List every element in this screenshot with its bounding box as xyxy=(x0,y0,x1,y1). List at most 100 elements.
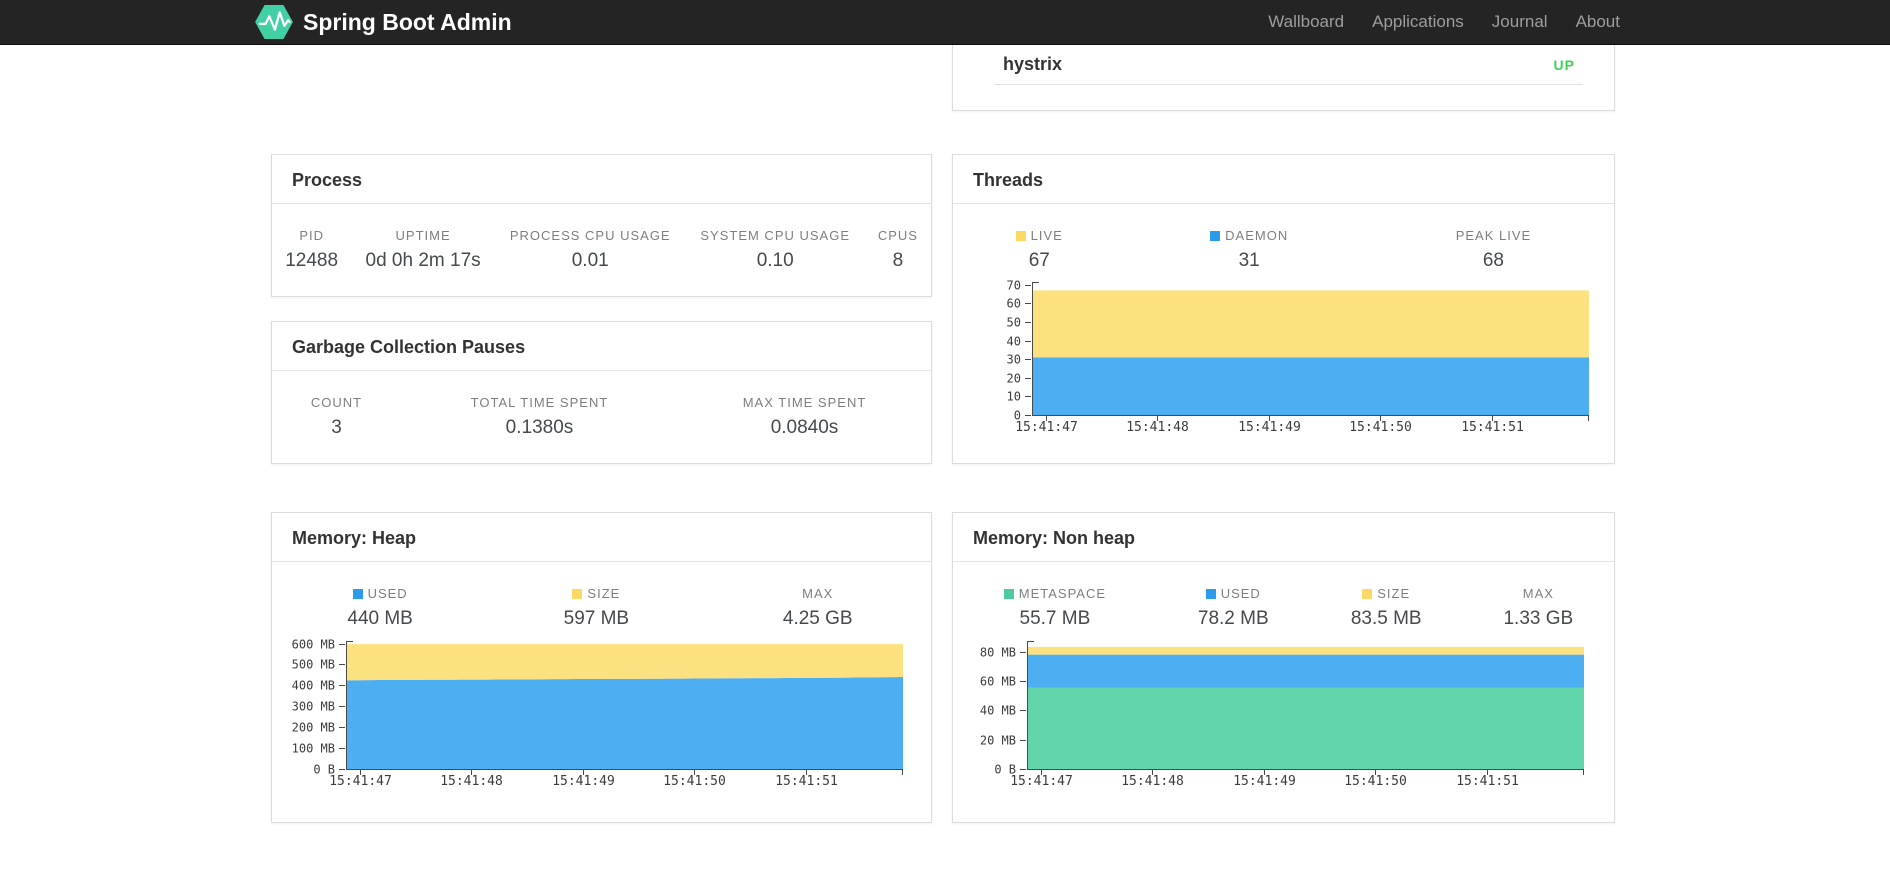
svg-text:15:41:51: 15:41:51 xyxy=(1456,774,1519,789)
used-color-swatch xyxy=(352,589,363,599)
brand[interactable]: Spring Boot Admin xyxy=(255,5,512,39)
metric-peak-live: PEAK LIVE 68 xyxy=(1373,228,1614,272)
daemon-color-swatch xyxy=(1210,231,1221,241)
used-color-swatch xyxy=(1205,589,1216,599)
svg-text:40 MB: 40 MB xyxy=(980,704,1016,718)
metric-label: MAX TIME SPENT xyxy=(742,395,867,410)
metric-label: TOTAL TIME SPENT xyxy=(470,395,609,410)
metric-label: LIVE xyxy=(965,228,1114,243)
threads-legend: LIVE 67 DAEMON 31 PEAK LIVE 68 xyxy=(953,228,1614,272)
metric-label: USED xyxy=(1169,586,1298,601)
svg-text:15:41:49: 15:41:49 xyxy=(1233,774,1296,789)
metaspace-color-swatch xyxy=(1003,589,1014,599)
svg-text:100 MB: 100 MB xyxy=(292,742,335,756)
metric-value: 8 xyxy=(892,250,904,271)
nav-link-about[interactable]: About xyxy=(1562,0,1620,44)
metric-label: MAX xyxy=(802,586,834,601)
metric-label: PID xyxy=(299,228,324,243)
navbar: Spring Boot Admin Wallboard Applications… xyxy=(0,0,1890,45)
svg-text:10: 10 xyxy=(1007,390,1021,404)
process-metrics: PID 12488 UPTIME 0d 0h 2m 17s PROCESS CP… xyxy=(272,228,931,272)
svg-text:15:41:50: 15:41:50 xyxy=(1349,420,1412,435)
metric-cpus: CPUS 8 xyxy=(865,228,931,272)
metric-size: SIZE 597 MB xyxy=(488,586,704,630)
card-title: Memory: Heap xyxy=(272,513,931,562)
metric-label: SIZE xyxy=(1322,586,1451,601)
metric-size: SIZE 83.5 MB xyxy=(1310,586,1463,630)
metric-value: 31 xyxy=(1238,250,1260,271)
metric-label: SIZE xyxy=(500,586,692,601)
svg-text:15:41:48: 15:41:48 xyxy=(440,774,503,789)
svg-text:15:41:51: 15:41:51 xyxy=(1461,420,1524,435)
metric-label: UPTIME xyxy=(395,228,451,243)
metric-max-time-spent: MAX TIME SPENT 0.0840s xyxy=(678,395,931,439)
svg-text:15:41:50: 15:41:50 xyxy=(663,774,726,789)
metric-label: CPUS xyxy=(877,228,918,243)
nav-links: Wallboard Applications Journal About xyxy=(1254,0,1620,44)
memory-heap-chart: 0 B 100 MB 200 MB 300 MB 400 MB 500 MB 600 MB 1… xyxy=(272,631,931,806)
metric-label: METASPACE xyxy=(965,586,1145,601)
card-title: Threads xyxy=(953,155,1614,204)
svg-text:15:41:48: 15:41:48 xyxy=(1126,420,1189,435)
application-status-badge: UP xyxy=(1553,56,1575,73)
heap-legend: USED 440 MB SIZE 597 MB MAX 4.25 GB xyxy=(272,586,931,630)
metric-label: SYSTEM CPU USAGE xyxy=(700,228,850,243)
metric-value: 0.0840s xyxy=(770,417,839,438)
svg-text:300 MB: 300 MB xyxy=(292,700,335,714)
application-name: hystrix xyxy=(1003,54,1063,74)
size-color-swatch xyxy=(1362,589,1373,599)
nav-link-applications[interactable]: Applications xyxy=(1358,0,1478,44)
svg-text:15:41:47: 15:41:47 xyxy=(1010,774,1073,789)
svg-text:60: 60 xyxy=(1007,297,1021,311)
svg-text:500 MB: 500 MB xyxy=(292,658,335,672)
metric-value: 597 MB xyxy=(563,608,630,629)
metric-used: USED 440 MB xyxy=(272,586,488,630)
nav-link-wallboard[interactable]: Wallboard xyxy=(1254,0,1358,44)
nav-link-journal[interactable]: Journal xyxy=(1478,0,1562,44)
metric-value: 78.2 MB xyxy=(1197,608,1269,629)
memory-heap-card: Memory: Heap USED 440 MB SIZE 597 MB MAX… xyxy=(271,512,932,823)
svg-text:600 MB: 600 MB xyxy=(292,638,335,652)
svg-text:40: 40 xyxy=(1007,335,1021,349)
svg-text:15:41:50: 15:41:50 xyxy=(1344,774,1407,789)
divider xyxy=(995,84,1583,85)
svg-text:15:41:48: 15:41:48 xyxy=(1121,774,1184,789)
metric-uptime: UPTIME 0d 0h 2m 17s xyxy=(351,228,495,272)
svg-text:30: 30 xyxy=(1007,353,1021,367)
svg-text:80 MB: 80 MB xyxy=(980,646,1016,660)
metric-value: 0.10 xyxy=(756,250,794,271)
metric-total-time-spent: TOTAL TIME SPENT 0.1380s xyxy=(401,395,678,439)
application-row[interactable]: hystrix UP xyxy=(953,45,1614,84)
svg-text:400 MB: 400 MB xyxy=(292,679,335,693)
metric-value: 4.25 GB xyxy=(782,608,853,629)
metric-label: USED xyxy=(284,586,476,601)
svg-text:15:41:49: 15:41:49 xyxy=(552,774,615,789)
metric-label: DAEMON xyxy=(1138,228,1361,243)
metric-value: 68 xyxy=(1482,250,1504,271)
metric-label: PROCESS CPU USAGE xyxy=(509,228,671,243)
metric-count: COUNT 3 xyxy=(272,395,401,439)
svg-text:60 MB: 60 MB xyxy=(980,675,1016,689)
metric-label: COUNT xyxy=(310,395,363,410)
svg-text:50: 50 xyxy=(1007,316,1021,330)
metric-process-cpu-usage: PROCESS CPU USAGE 0.01 xyxy=(495,228,686,272)
main-container: hystrix UP Process PID 12488 UPTIME 0d 0… xyxy=(271,45,1615,892)
metric-live: LIVE 67 xyxy=(953,228,1126,272)
card-title: Memory: Non heap xyxy=(953,513,1614,562)
metric-system-cpu-usage: SYSTEM CPU USAGE 0.10 xyxy=(686,228,865,272)
svg-text:70: 70 xyxy=(1007,279,1021,293)
memory-nonheap-chart: 0 B 20 MB 40 MB 60 MB 80 MB 15:41:47 15:41:48 1… xyxy=(953,631,1614,806)
metric-label: MAX xyxy=(1522,586,1554,601)
metric-pid: PID 12488 xyxy=(272,228,351,272)
metric-value: 1.33 GB xyxy=(1503,608,1574,629)
application-status-card: hystrix UP xyxy=(952,45,1615,111)
svg-text:20 MB: 20 MB xyxy=(980,734,1016,748)
metric-value: 83.5 MB xyxy=(1350,608,1422,629)
spring-boot-admin-logo-icon xyxy=(255,5,293,39)
page: Spring Boot Admin Wallboard Applications… xyxy=(0,0,1890,892)
garbage-collection-card: Garbage Collection Pauses COUNT 3 TOTAL … xyxy=(271,321,932,464)
metric-max: MAX 1.33 GB xyxy=(1463,586,1614,630)
metric-metaspace: METASPACE 55.7 MB xyxy=(953,586,1157,630)
metric-value: 55.7 MB xyxy=(1019,608,1091,629)
metric-value: 67 xyxy=(1028,250,1050,271)
